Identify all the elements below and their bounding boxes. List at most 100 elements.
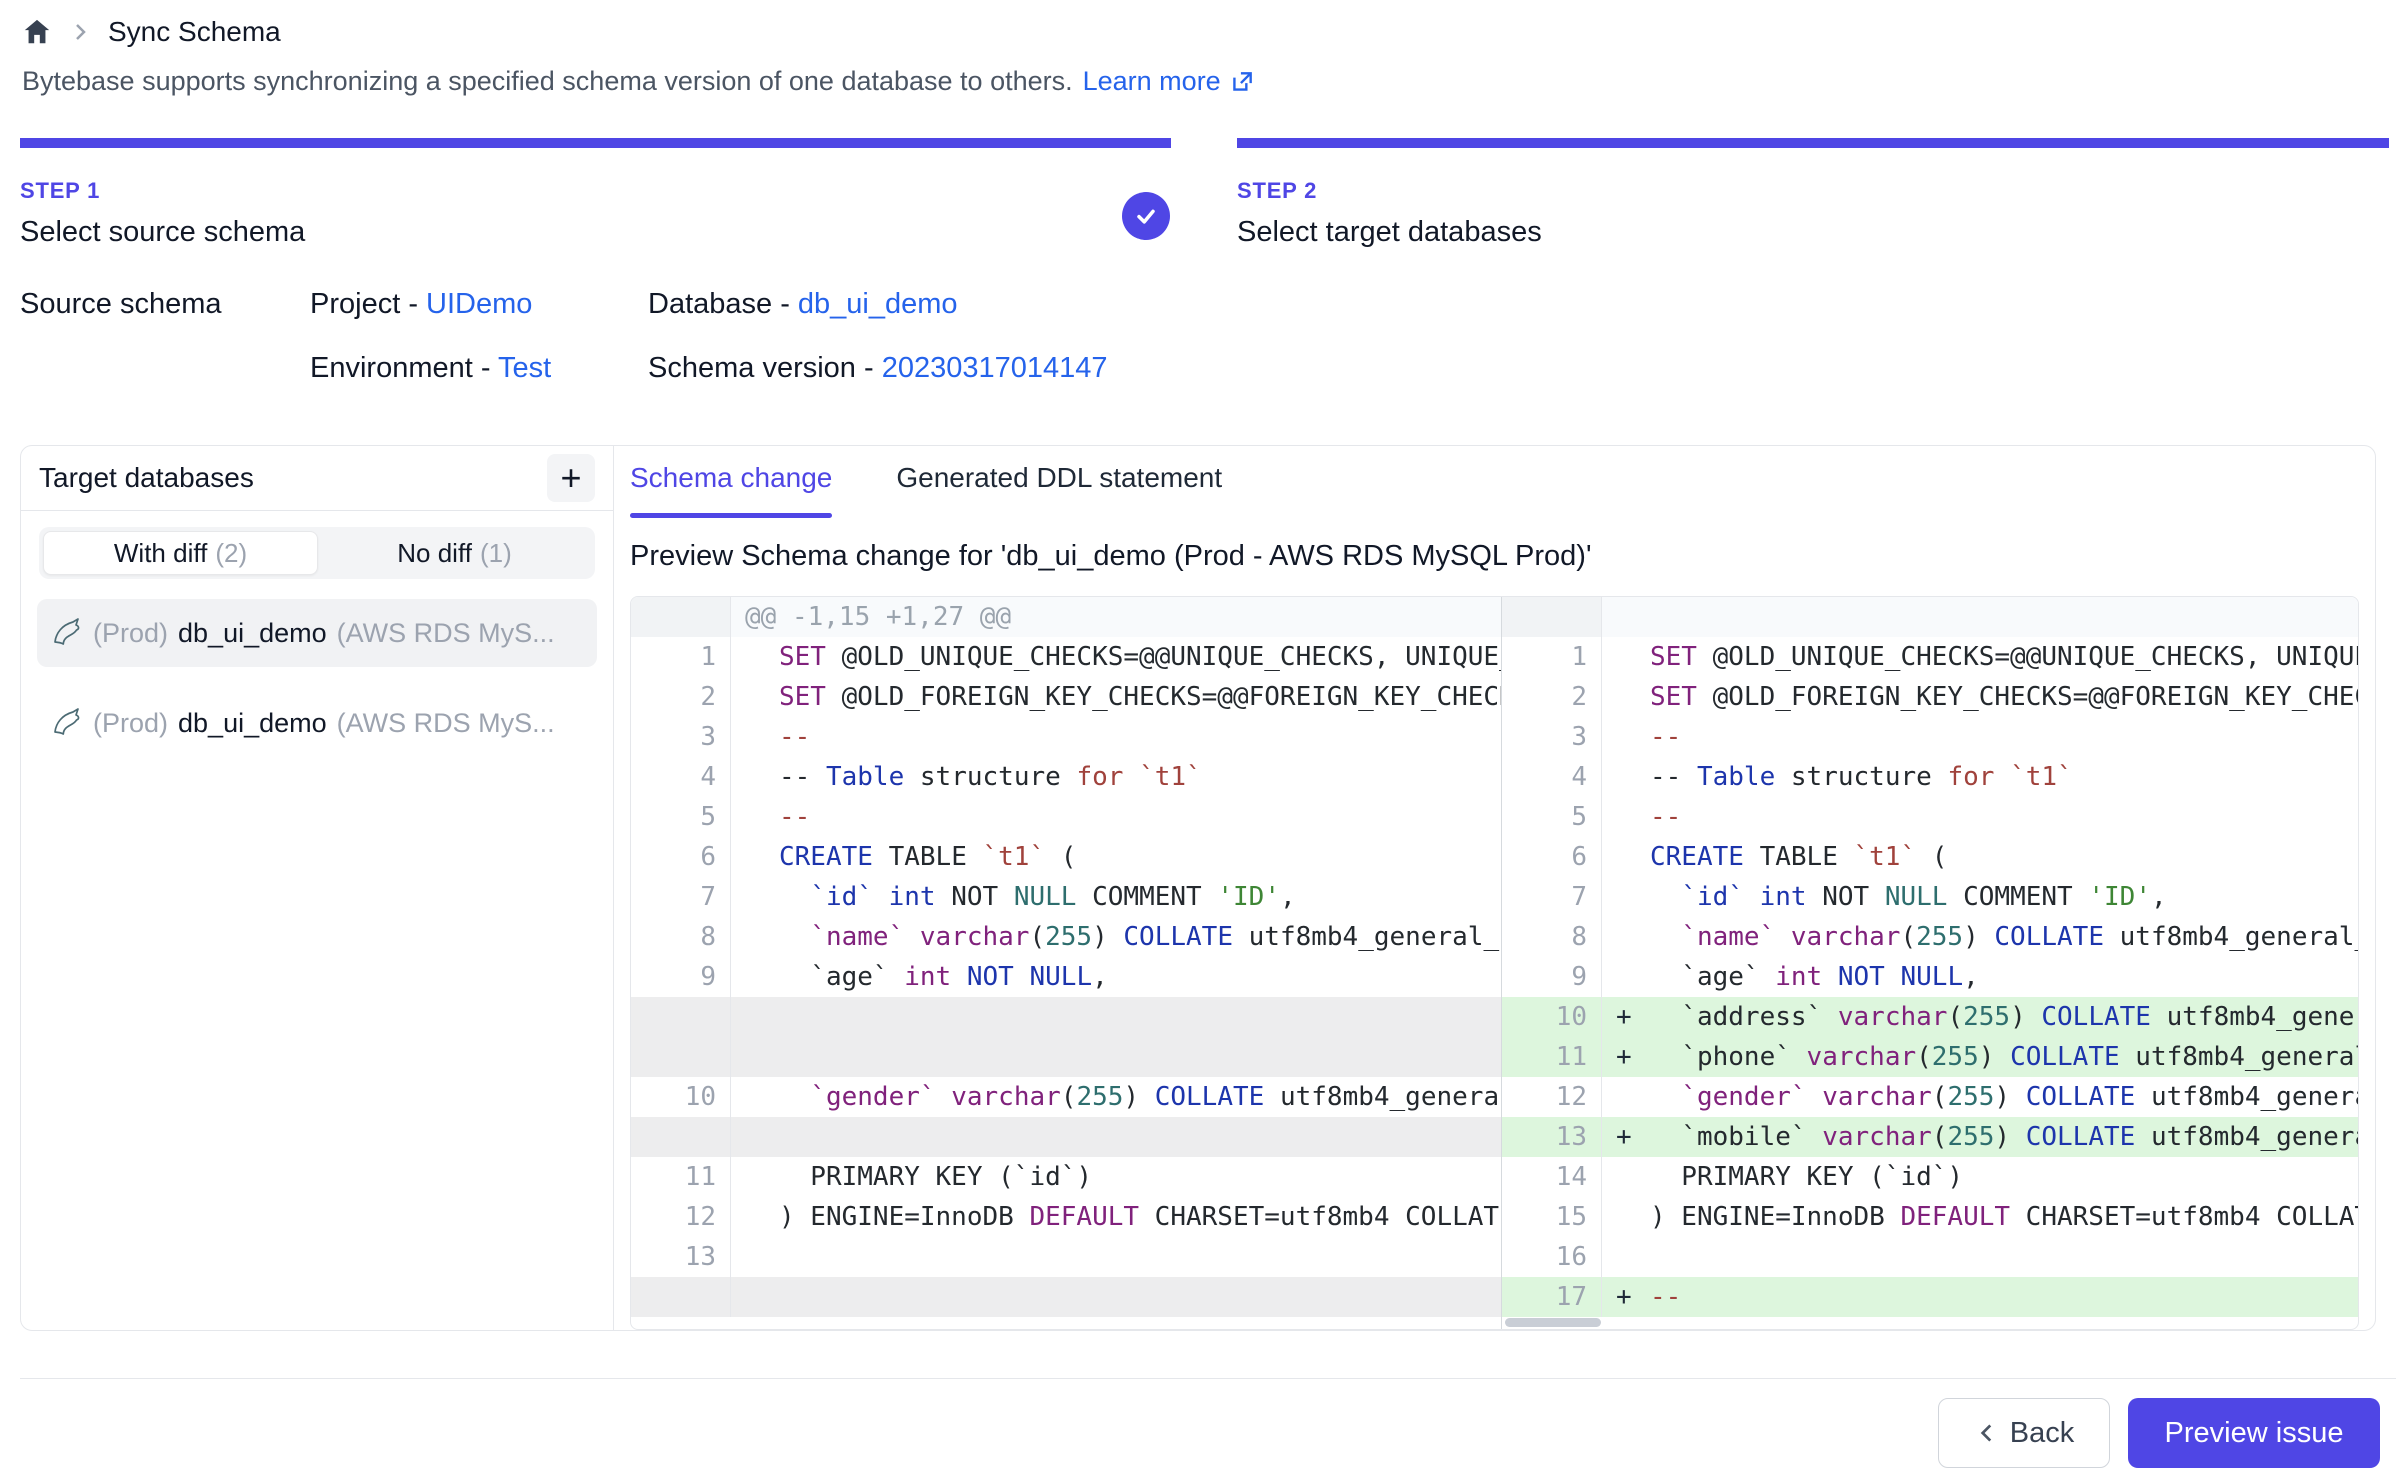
line-number: 12 xyxy=(631,1197,731,1237)
target-database-item[interactable]: (Prod)db_ui_demo(AWS RDS MyS... xyxy=(37,689,597,757)
code-line xyxy=(779,1117,1501,1157)
preview-issue-button[interactable]: Preview issue xyxy=(2128,1398,2380,1468)
code-line: `address` varchar(255) COLLATE utf8mb4_g… xyxy=(1650,997,2358,1037)
line-number: 15 xyxy=(1502,1197,1602,1237)
diff-filter-tab-with-diff[interactable]: With diff(2) xyxy=(43,531,318,575)
diff-marker xyxy=(731,1037,779,1077)
code-line: ) ENGINE=InnoDB DEFAULT CHARSET=utf8mb4 … xyxy=(1650,1197,2358,1237)
diff-row-content: `name` varchar(255) COLLATE utf8mb4_gene… xyxy=(1602,917,2358,957)
diff-row-content: -- xyxy=(1602,717,2358,757)
code-line: `name` varchar(255) COLLATE utf8mb4_gene… xyxy=(779,917,1501,957)
diff-marker: + xyxy=(1602,1117,1650,1157)
hunk-header xyxy=(1602,597,2358,637)
learn-more-link[interactable]: Learn more xyxy=(1083,66,1255,97)
target-database-item[interactable]: (Prod)db_ui_demo(AWS RDS MyS... xyxy=(37,599,597,667)
diff-marker xyxy=(731,837,779,877)
source-field-link[interactable]: UIDemo xyxy=(426,288,532,320)
line-number: 1 xyxy=(631,637,731,677)
diff-filter-tab-label: No diff xyxy=(397,538,472,569)
diff-row: 6CREATE TABLE `t1` ( xyxy=(1502,837,2358,877)
line-number: 10 xyxy=(631,1077,731,1117)
code-line: -- xyxy=(779,717,1501,757)
code-line xyxy=(779,1037,1501,1077)
diff-filter-tab-no-diff[interactable]: No diff(1) xyxy=(318,531,591,575)
diff-marker xyxy=(1602,1237,1650,1277)
line-number: 11 xyxy=(631,1157,731,1197)
diff-row: 4-- Table structure for `t1` xyxy=(1502,757,2358,797)
diff-marker xyxy=(731,1117,779,1157)
diff-pane-target: 1 SET @OLD_UNIQUE_CHECKS=@@UNIQUE_CHECKS,… xyxy=(1501,597,2358,1329)
code-line: SET @OLD_UNIQUE_CHECKS=@@UNIQUE_CHECKS, … xyxy=(779,637,1501,677)
database-instance: (AWS RDS MyS... xyxy=(337,618,555,649)
code-line: `phone` varchar(255) COLLATE utf8mb4_gen… xyxy=(1650,1037,2358,1077)
line-number xyxy=(1502,597,1602,637)
footer-divider xyxy=(20,1378,2396,1379)
tab-schema-change[interactable]: Schema change xyxy=(630,462,832,518)
footer-actions: Back Preview issue xyxy=(1938,1398,2380,1468)
source-field-link[interactable]: Test xyxy=(498,352,551,384)
code-line: CREATE TABLE `t1` ( xyxy=(779,837,1501,877)
diff-row xyxy=(631,997,1501,1037)
code-line: -- Table structure for `t1` xyxy=(779,757,1501,797)
diff-marker xyxy=(1602,1197,1650,1237)
diff-row-content xyxy=(731,1277,1501,1317)
diff-row: 1 SET @OLD_UNIQUE_CHECKS=@@UNIQUE_CHECKS,… xyxy=(631,637,1501,677)
source-schema-summary: Source schema Project - UIDemoDatabase -… xyxy=(20,282,1220,412)
source-field-link[interactable]: 20230317014147 xyxy=(882,352,1108,384)
diff-row: 12) ENGINE=InnoDB DEFAULT CHARSET=utf8mb… xyxy=(631,1197,1501,1237)
line-number: 9 xyxy=(631,957,731,997)
code-line: -- xyxy=(779,797,1501,837)
back-button[interactable]: Back xyxy=(1938,1398,2110,1468)
line-number: 3 xyxy=(631,717,731,757)
mysql-icon xyxy=(51,707,83,739)
step-1: STEP 1 Select source schema xyxy=(20,178,305,249)
diff-marker xyxy=(1602,877,1650,917)
horizontal-scrollbar-thumb[interactable] xyxy=(1505,1318,1601,1327)
line-number xyxy=(631,1277,731,1317)
diff-row: 8 `name` varchar(255) COLLATE utf8mb4_ge… xyxy=(1502,917,2358,957)
diff-marker xyxy=(1602,637,1650,677)
line-number xyxy=(631,1117,731,1157)
page-description: Bytebase supports synchronizing a specif… xyxy=(22,66,1255,97)
source-field-link[interactable]: db_ui_demo xyxy=(798,288,958,320)
step2-progress-bar xyxy=(1237,138,2389,148)
diff-pane-source: @@ -1,15 +1,27 @@1SET @OLD_UNIQUE_CHECKS… xyxy=(631,597,1501,1329)
diff-row: 13+ `mobile` varchar(255) COLLATE utf8mb… xyxy=(1502,1117,2358,1157)
line-number: 1 xyxy=(1502,637,1602,677)
code-line: `gender` varchar(255) COLLATE utf8mb4_ge… xyxy=(779,1077,1501,1117)
diff-marker xyxy=(731,1157,779,1197)
diff-row xyxy=(631,1277,1501,1317)
home-icon[interactable] xyxy=(22,17,52,47)
chevron-right-icon xyxy=(68,20,92,44)
diff-row-content: SET @OLD_UNIQUE_CHECKS=@@UNIQUE_CHECKS, … xyxy=(731,637,1501,677)
external-link-icon xyxy=(1229,69,1255,95)
code-line: -- xyxy=(1650,1277,2358,1317)
step2-label: STEP 2 xyxy=(1237,178,1542,204)
line-number: 12 xyxy=(1502,1077,1602,1117)
diff-row-content: ) ENGINE=InnoDB DEFAULT CHARSET=utf8mb4 … xyxy=(1602,1197,2358,1237)
diff-row-content: `gender` varchar(255) COLLATE utf8mb4_ge… xyxy=(1602,1077,2358,1117)
code-line: -- xyxy=(1650,797,2358,837)
chevron-left-icon xyxy=(1974,1420,2000,1446)
diff-row-content: -- Table structure for `t1` xyxy=(731,757,1501,797)
diff-row: 3 -- xyxy=(631,717,1501,757)
diff-row: 10+ `address` varchar(255) COLLATE utf8m… xyxy=(1502,997,2358,1037)
code-line: `age` int NOT NULL, xyxy=(1650,957,2358,997)
diff-row-content: `id` int NOT NULL COMMENT 'ID', xyxy=(731,877,1501,917)
diff-row: 1 SET @OLD_UNIQUE_CHECKS=@@UNIQUE_CHECKS,… xyxy=(1502,637,2358,677)
code-line: SET @OLD_UNIQUE_CHECKS=@@UNIQUE_CHECKS, … xyxy=(1650,637,2358,677)
add-target-database-button[interactable]: + xyxy=(547,454,595,502)
schema-change-tabs: Schema change Generated DDL statement xyxy=(630,462,2359,518)
tab-generated-ddl-statement[interactable]: Generated DDL statement xyxy=(896,462,1222,518)
diff-marker xyxy=(1602,1157,1650,1197)
target-database-list: (Prod)db_ui_demo(AWS RDS MyS... (Prod)db_… xyxy=(37,599,597,757)
line-number: 5 xyxy=(631,797,731,837)
target-databases-header: Target databases + xyxy=(21,446,613,511)
code-line: SET @OLD_FOREIGN_KEY_CHECKS=@@FOREIGN_KE… xyxy=(779,677,1501,717)
diff-row-content xyxy=(731,997,1501,1037)
page-title: Sync Schema xyxy=(108,16,281,48)
source-field-UIDemo: Project - UIDemo xyxy=(310,288,532,321)
step-2: STEP 2 Select target databases xyxy=(1237,178,1542,249)
diff-row-content: CREATE TABLE `t1` ( xyxy=(1602,837,2358,877)
line-number: 17 xyxy=(1502,1277,1602,1317)
